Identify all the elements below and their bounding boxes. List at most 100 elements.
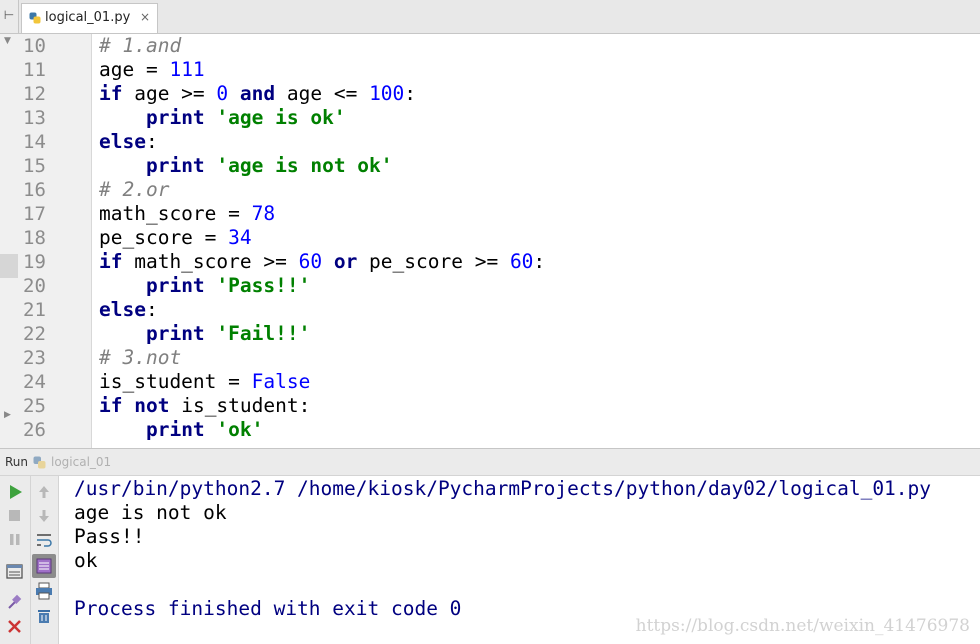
close-tab-icon[interactable]: × bbox=[140, 10, 150, 24]
code-token-cmt: # 2.or bbox=[99, 178, 170, 201]
console-line: /usr/bin/python2.7 /home/kiosk/PycharmPr… bbox=[74, 477, 932, 500]
line-number: 15 bbox=[23, 155, 46, 177]
pause-icon[interactable] bbox=[4, 529, 26, 551]
structure-strip: ▼ ▶ bbox=[0, 34, 19, 448]
line-number: 21 bbox=[23, 299, 46, 321]
line-number-gutter: 10 11 12 13 14 15 16 17 18 19 20 21 22 23 24 25 26 bbox=[18, 34, 92, 448]
line-number: 26 bbox=[23, 419, 46, 441]
code-line: is_student = False bbox=[99, 370, 310, 394]
code-line: print 'Fail!!' bbox=[99, 322, 310, 346]
code-token-kw: print bbox=[145, 106, 205, 129]
code-token-kw: if bbox=[99, 394, 123, 417]
close-icon[interactable] bbox=[4, 616, 26, 638]
run-config-name[interactable]: logical_01 bbox=[51, 455, 111, 469]
trash-icon[interactable] bbox=[33, 605, 55, 627]
code-token: age >= bbox=[122, 82, 217, 105]
expand-arrow-icon[interactable]: ▶ bbox=[4, 410, 11, 420]
line-number: 22 bbox=[23, 323, 46, 345]
code-line: pe_score = 34 bbox=[99, 226, 252, 250]
code-editor[interactable]: ▼ ▶ 10 11 12 13 14 15 16 17 18 19 20 21 22 23 24 25 26 #… bbox=[0, 34, 980, 448]
code-token-kw: if bbox=[99, 250, 123, 273]
code-line: print 'age is ok' bbox=[99, 106, 346, 130]
line-number: 23 bbox=[23, 347, 46, 369]
python-run-config-icon bbox=[33, 456, 46, 469]
code-token-num: 34 bbox=[228, 226, 252, 249]
code-token-cmt: # 1.and bbox=[99, 34, 182, 57]
code-token-str: 'ok' bbox=[216, 418, 264, 441]
run-tool-window-header: Run logical_01 bbox=[0, 448, 980, 476]
code-token-cmt: # 3.not bbox=[99, 346, 182, 369]
code-token: is_student = bbox=[99, 370, 252, 393]
code-token-kw: if bbox=[99, 82, 123, 105]
collapse-arrow-icon[interactable]: ▼ bbox=[4, 36, 11, 46]
code-token-str: 'Fail!!' bbox=[216, 322, 311, 345]
code-line: else: bbox=[99, 298, 158, 322]
restore-layout-icon[interactable] bbox=[4, 561, 26, 583]
code-token: age <= bbox=[275, 82, 370, 105]
code-line: # 3.not bbox=[99, 346, 181, 370]
code-token: math_score >= bbox=[122, 250, 299, 273]
line-number: 10 bbox=[23, 35, 46, 57]
stop-icon[interactable] bbox=[4, 505, 26, 527]
code-token-kw: else bbox=[99, 130, 146, 153]
print-icon[interactable] bbox=[33, 580, 55, 602]
code-token-num: 111 bbox=[169, 58, 205, 81]
scroll-to-end-icon bbox=[36, 558, 52, 574]
line-number: 20 bbox=[23, 275, 46, 297]
python-file-icon bbox=[29, 12, 41, 24]
code-token: : bbox=[145, 130, 158, 153]
code-line: if not is_student: bbox=[99, 394, 310, 418]
code-token: : bbox=[404, 82, 417, 105]
pin-icon[interactable] bbox=[4, 591, 26, 613]
line-number: 24 bbox=[23, 371, 46, 393]
line-number: 16 bbox=[23, 179, 46, 201]
code-token-kw: not bbox=[134, 394, 170, 417]
line-number: 18 bbox=[23, 227, 46, 249]
code-token-kw: print bbox=[145, 274, 205, 297]
code-token-str: 'Pass!!' bbox=[216, 274, 311, 297]
line-number: 14 bbox=[23, 131, 46, 153]
file-tab[interactable]: logical_01.py × bbox=[21, 3, 158, 33]
code-token-num: 78 bbox=[251, 202, 276, 225]
code-area[interactable]: # 1.and age = 111 if age >= 0 and age <= 1… bbox=[92, 34, 980, 448]
line-number: 17 bbox=[23, 203, 46, 225]
console-line: ok bbox=[74, 549, 98, 572]
down-arrow-icon[interactable] bbox=[33, 505, 55, 527]
run-toolbar-secondary bbox=[31, 476, 59, 644]
current-line-marker bbox=[0, 254, 18, 278]
code-token-num: False bbox=[251, 370, 311, 393]
code-token: pe_score >= bbox=[357, 250, 510, 273]
code-line: print 'Pass!!' bbox=[99, 274, 310, 298]
line-number: 13 bbox=[23, 107, 46, 129]
run-icon[interactable] bbox=[4, 481, 26, 503]
code-token-num: 100 bbox=[369, 82, 405, 105]
code-token: age = bbox=[99, 58, 170, 81]
soft-wrap-icon[interactable] bbox=[33, 529, 55, 551]
line-number: 19 bbox=[23, 251, 46, 273]
line-number: 11 bbox=[23, 59, 46, 81]
code-line: print 'age is not ok' bbox=[99, 154, 393, 178]
code-token: : bbox=[533, 250, 546, 273]
console-line: age is not ok bbox=[74, 501, 227, 524]
up-arrow-icon[interactable] bbox=[33, 481, 55, 503]
line-number: 12 bbox=[23, 83, 46, 105]
navigate-back-icon[interactable]: ⊢ bbox=[0, 0, 19, 33]
code-token-str: 'age is ok' bbox=[216, 106, 346, 129]
line-number: 25 bbox=[23, 395, 46, 417]
code-token-kw: and bbox=[239, 82, 276, 105]
code-line: age = 111 bbox=[99, 58, 205, 82]
scroll-to-end-toggle[interactable] bbox=[32, 554, 56, 578]
code-token-num: 0 bbox=[216, 82, 229, 105]
watermark-text: https://blog.csdn.net/weixin_41476978 bbox=[635, 616, 970, 636]
file-tab-label: logical_01.py bbox=[45, 10, 131, 25]
